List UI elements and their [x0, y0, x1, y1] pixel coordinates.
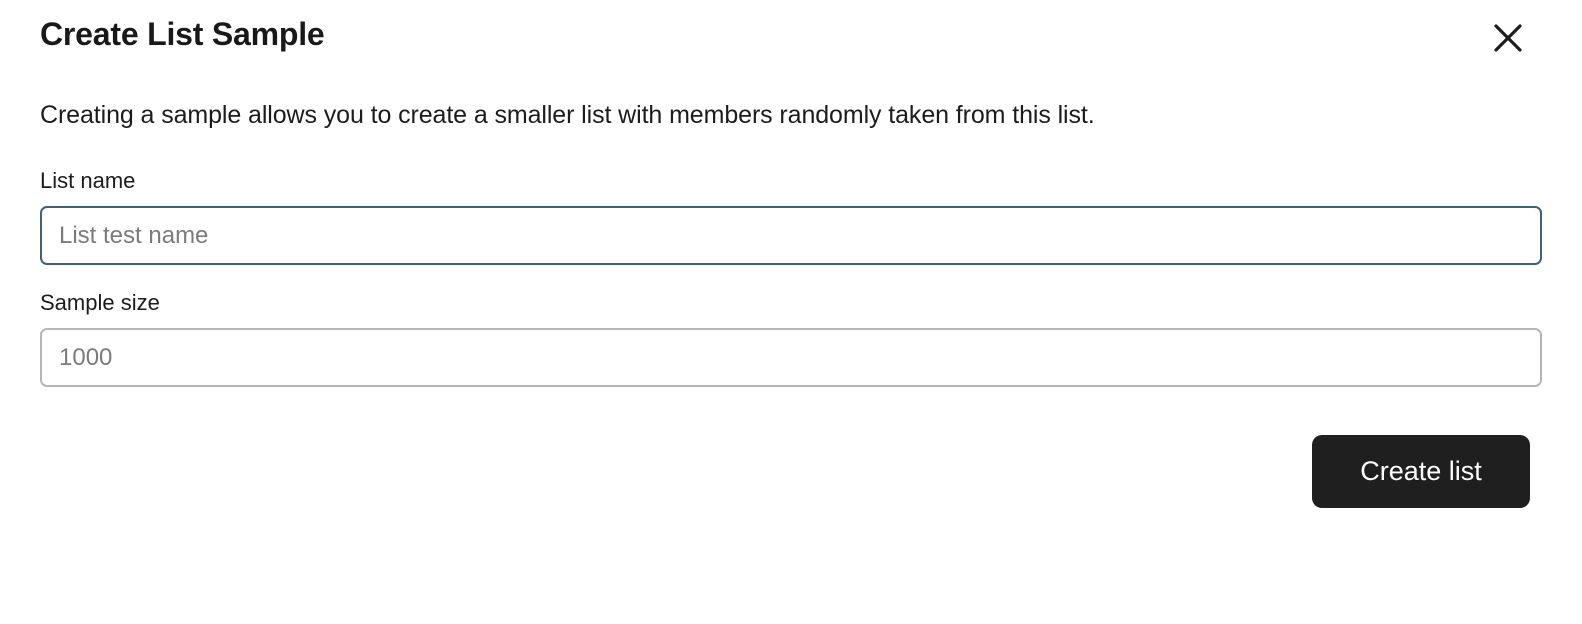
sample-size-input[interactable]: [40, 328, 1542, 387]
create-list-sample-dialog: Create List Sample Creating a sample all…: [0, 0, 1582, 624]
dialog-description: Creating a sample allows you to create a…: [40, 101, 1095, 129]
dialog-header: Create List Sample: [40, 0, 1542, 54]
create-list-form: List name Sample size: [40, 131, 1542, 387]
field-sample-size: Sample size: [40, 289, 1542, 387]
sample-size-label: Sample size: [40, 290, 160, 315]
list-name-label: List name: [40, 168, 136, 193]
close-x-icon: [1491, 21, 1525, 55]
dialog-footer: Create list: [40, 411, 1542, 508]
create-list-button[interactable]: Create list: [1312, 435, 1530, 508]
page-title: Create List Sample: [40, 16, 325, 52]
field-list-name: List name: [40, 167, 1542, 265]
list-name-input[interactable]: [40, 206, 1542, 265]
close-button[interactable]: [1488, 18, 1528, 58]
